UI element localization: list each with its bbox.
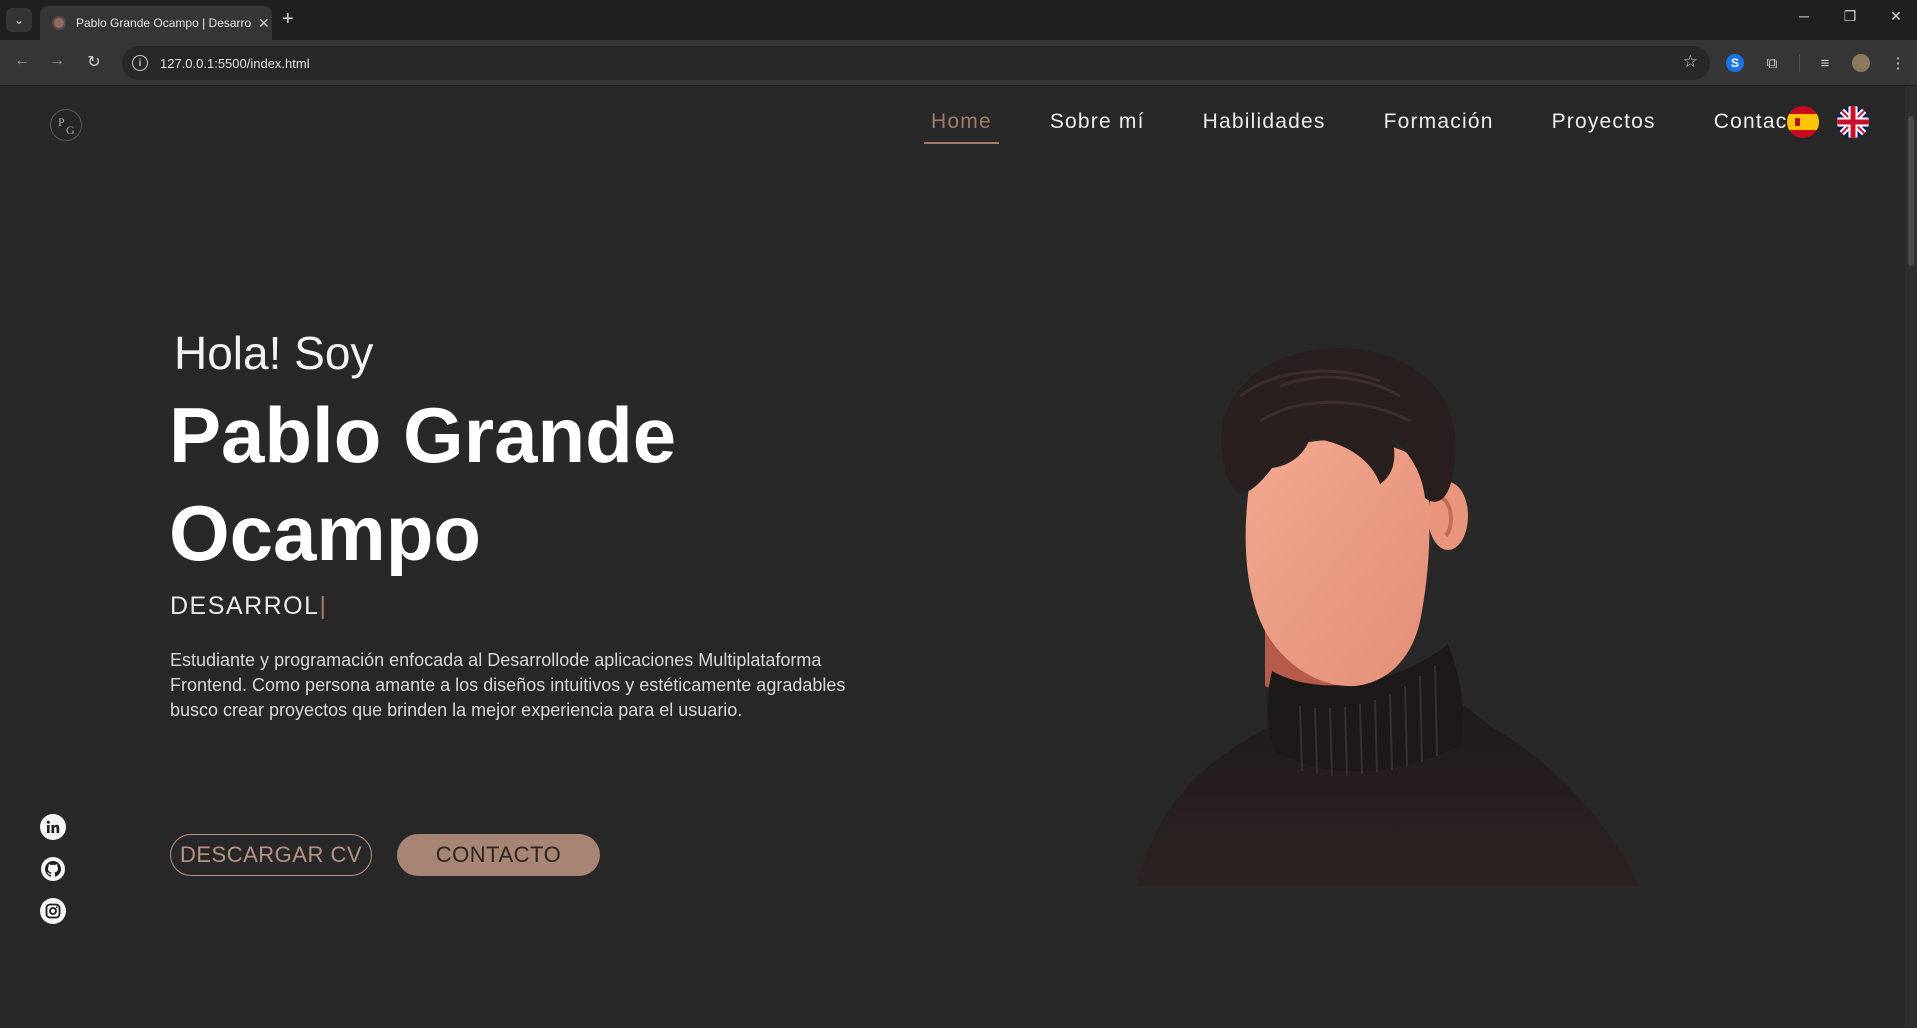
hero-role-text: DESARROL — [170, 592, 320, 620]
profile-avatar[interactable] — [1852, 54, 1870, 72]
nav-home[interactable]: Home — [924, 104, 999, 144]
extensions-puzzle-icon[interactable]: ⧉ — [1761, 52, 1783, 74]
instagram-icon[interactable] — [40, 898, 66, 924]
reload-icon[interactable]: ↻ — [82, 52, 106, 72]
new-tab-button[interactable]: + — [282, 9, 294, 29]
nav-proyectos[interactable]: Proyectos — [1545, 104, 1663, 142]
avatar-illustration — [1136, 348, 1640, 886]
media-control-icon[interactable]: ≡ — [1814, 52, 1836, 74]
back-icon[interactable]: ← — [10, 52, 34, 70]
contact-button[interactable]: CONTACTO — [397, 834, 600, 876]
browser-toolbar: ← → ↻ i 127.0.0.1:5500/index.html ☆ — [0, 40, 1917, 86]
nav-habilidades[interactable]: Habilidades — [1196, 104, 1333, 142]
minimize-button[interactable]: ─ — [1789, 8, 1819, 24]
site-info-icon[interactable]: i — [132, 55, 148, 71]
hero-description: Estudiante y programación enfocada al De… — [170, 650, 846, 720]
logo-letter-g: G — [66, 123, 75, 137]
restore-button[interactable]: ❐ — [1835, 8, 1865, 25]
favicon-icon — [52, 16, 66, 30]
nav-sobre-mi[interactable]: Sobre mí — [1043, 104, 1152, 142]
nav-formacion[interactable]: Formación — [1377, 104, 1501, 142]
window-close-button[interactable]: ✕ — [1881, 8, 1911, 25]
portfolio-page: P G Home Sobre mí Habilidades Formación … — [0, 86, 1917, 1028]
hero-name: Pablo Grande Ocampo — [169, 391, 677, 577]
address-bar[interactable]: i 127.0.0.1:5500/index.html ☆ — [122, 46, 1710, 80]
tab-title: Pablo Grande Ocampo | Desarrollador — [76, 16, 252, 30]
toolbar-divider — [1799, 54, 1800, 72]
tab-close-icon[interactable]: ✕ — [258, 15, 270, 32]
linkedin-icon[interactable] — [40, 814, 66, 840]
github-icon[interactable] — [40, 856, 66, 882]
forward-icon[interactable]: → — [45, 52, 69, 70]
main-nav: Home Sobre mí Habilidades Formación Proy… — [924, 104, 1858, 144]
browser-tab[interactable]: Pablo Grande Ocampo | Desarrollador ✕ — [40, 6, 272, 40]
shazam-extension-icon[interactable]: S — [1726, 54, 1744, 72]
browser-tab-bar: ⌄ Pablo Grande Ocampo | Desarrollador ✕ … — [0, 0, 1917, 40]
logo-letter-p: P — [58, 115, 65, 129]
bookmark-star-icon[interactable]: ☆ — [1683, 52, 1698, 72]
browser-menu-icon[interactable]: ⋮ — [1887, 52, 1909, 74]
site-logo[interactable]: P G — [50, 109, 82, 141]
page-scrollbar[interactable] — [1905, 86, 1917, 1028]
hero-role-typing: DESARROL| — [170, 592, 328, 621]
spain-flag-icon[interactable] — [1787, 106, 1819, 138]
hero-greeting: Hola! Soy — [174, 327, 374, 379]
typing-cursor: | — [319, 592, 328, 620]
download-cv-button[interactable]: DESCARGAR CV — [170, 834, 372, 876]
tab-search-button[interactable]: ⌄ — [6, 8, 32, 32]
uk-flag-icon[interactable] — [1837, 106, 1869, 138]
url-text[interactable]: 127.0.0.1:5500/index.html — [160, 56, 310, 71]
scrollbar-thumb[interactable] — [1908, 116, 1914, 266]
